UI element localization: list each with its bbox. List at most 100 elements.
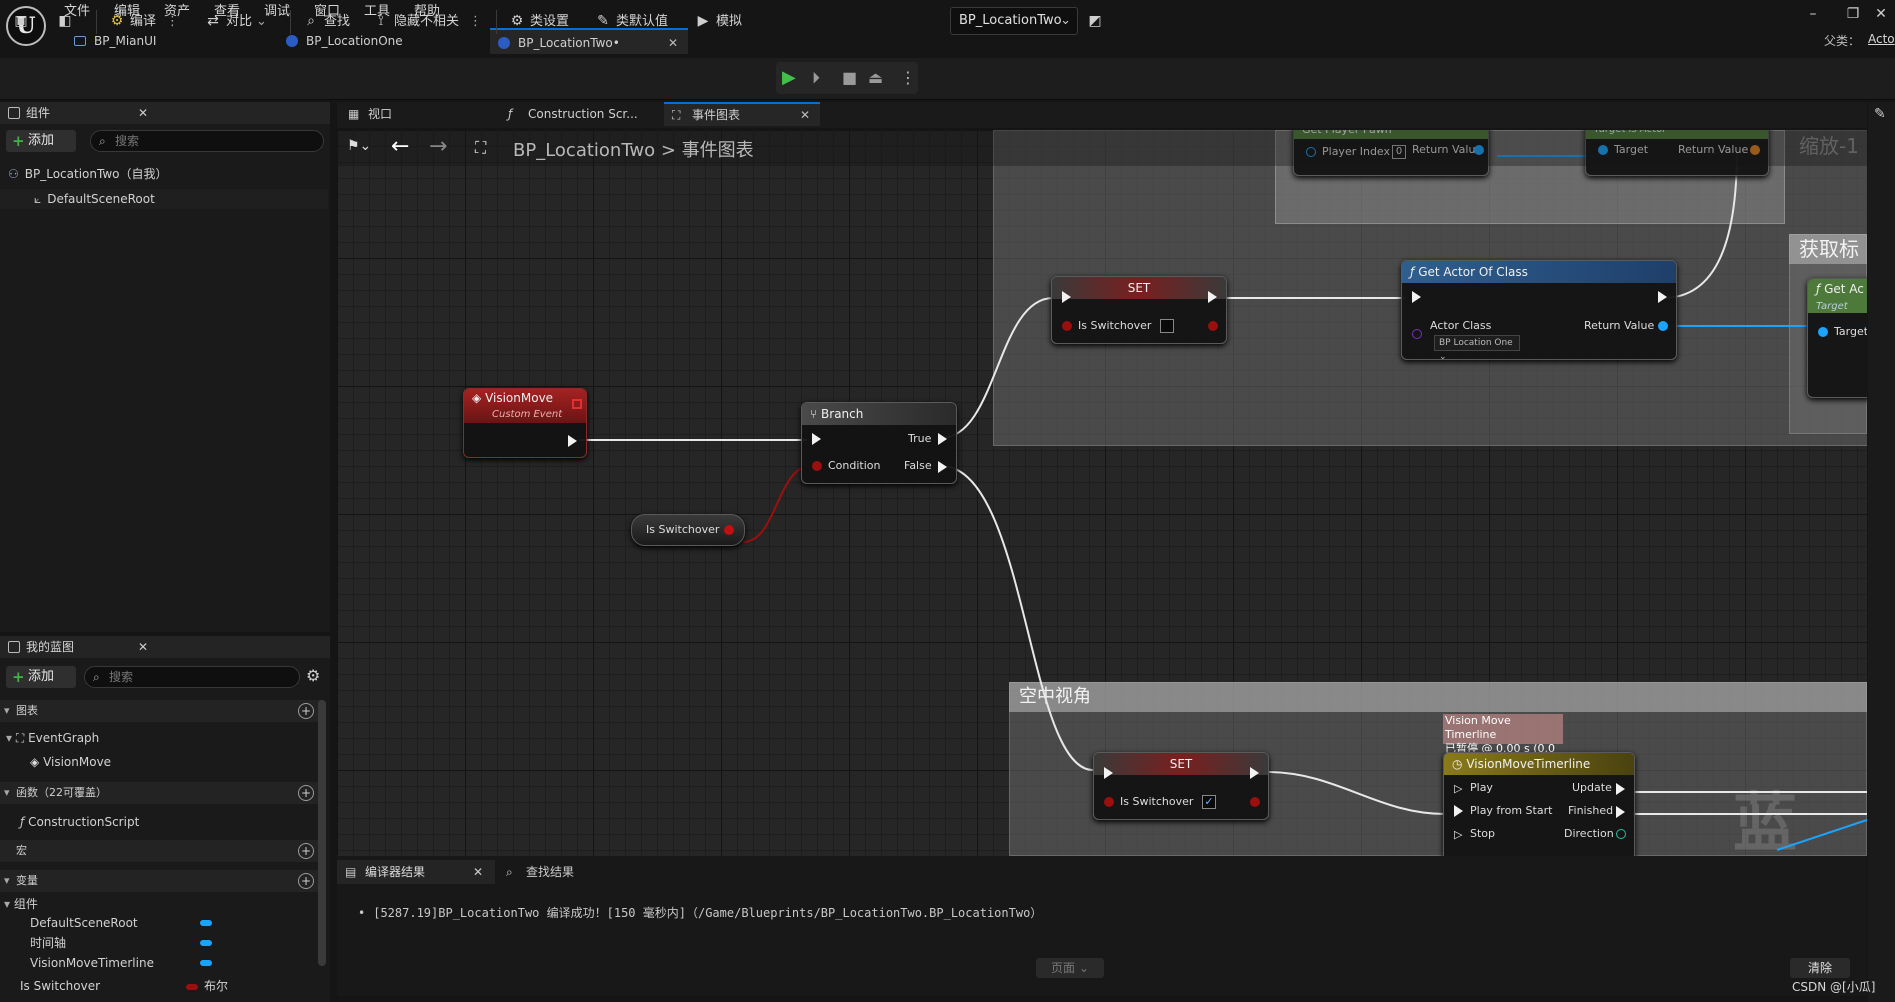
back-arrow-icon[interactable]: ← xyxy=(391,134,409,159)
add-graph-icon[interactable]: + xyxy=(298,703,314,719)
node-set-is-switchover-top[interactable]: SET Is Switchover xyxy=(1051,276,1227,344)
exec-in-pin[interactable] xyxy=(1454,805,1463,817)
event-graph-canvas[interactable]: 缩放-1 获取标 空中视角 蓝图 Get Player Pawn Player … xyxy=(337,130,1867,856)
checkbox-checked[interactable]: ✓ xyxy=(1202,795,1216,809)
exec-out-pin[interactable] xyxy=(568,435,577,447)
is-switchover-variable[interactable]: Is Switchover xyxy=(20,976,190,996)
exec-false-pin[interactable] xyxy=(938,461,947,473)
hide-unrelated-button[interactable]: ⟟ 隐藏不相关 ⋮ xyxy=(372,7,482,35)
menu-debug[interactable]: 调试 xyxy=(264,2,290,22)
my-blueprint-search-input[interactable]: ⌕ 搜索 xyxy=(84,666,300,688)
section-macros[interactable]: 宏 + xyxy=(0,840,322,862)
forward-arrow-icon[interactable]: → xyxy=(429,134,447,159)
debug-object-dropdown[interactable]: BP_LocationTwo ⌄ xyxy=(950,7,1078,35)
exec-out-pin[interactable] xyxy=(1208,291,1217,303)
exec-true-pin[interactable] xyxy=(938,433,947,445)
node-visionmove-event[interactable]: ◈ VisionMove Custom Event xyxy=(463,388,587,458)
construction-script-item[interactable]: ƒ ConstructionScript xyxy=(20,812,310,832)
tab-event-graph[interactable]: ⛶ 事件图表 ✕ xyxy=(664,102,820,126)
exec-out-pin[interactable] xyxy=(1250,767,1259,779)
node-set-is-switchover-bottom[interactable]: SET Is Switchover ✓ xyxy=(1093,752,1269,820)
pencil-icon[interactable]: ✎ xyxy=(1874,106,1886,122)
actor-class-dropdown[interactable]: BP Location One ⌄ xyxy=(1434,335,1520,362)
log-entry[interactable]: • [5287.19]BP_LocationTwo 编译成功！[150 毫秒内]（… xyxy=(358,904,1042,921)
section-functions[interactable]: ▾ 函数（22可覆盖） + xyxy=(0,782,322,804)
exec-out-pin[interactable] xyxy=(1616,783,1625,795)
exec-out-pin[interactable] xyxy=(1658,291,1667,303)
parent-class-link[interactable]: Acto xyxy=(1868,32,1895,46)
exec-in-pin[interactable] xyxy=(1062,291,1071,303)
exec-in-pin[interactable] xyxy=(1104,767,1113,779)
exec-in-pin[interactable] xyxy=(1412,291,1421,303)
components-search-input[interactable]: ⌕ 搜索 xyxy=(90,130,324,152)
tab-compiler-results[interactable]: ▤ 编译器结果 ✕ xyxy=(337,860,495,884)
exec-in-pin[interactable]: ▷ xyxy=(1454,782,1462,795)
stop-icon[interactable]: ■ xyxy=(842,67,864,89)
section-variables[interactable]: ▾ 变量 + xyxy=(0,870,322,892)
component-root-item[interactable]: ⚇ BP_LocationTwo（自我） xyxy=(8,164,328,184)
output-pin[interactable] xyxy=(1208,321,1218,331)
checkbox-unchecked[interactable] xyxy=(1160,319,1174,333)
add-function-icon[interactable]: + xyxy=(298,785,314,801)
output-pin[interactable] xyxy=(1250,797,1260,807)
page-button[interactable]: 页面 ⌄ xyxy=(1036,958,1104,978)
close-panel-icon[interactable]: ✕ xyxy=(138,102,148,124)
exec-in-pin[interactable]: ▷ xyxy=(1454,828,1462,841)
add-macro-icon[interactable]: + xyxy=(298,843,314,859)
node-get-actor-partial[interactable]: ƒ Get Ac Target Target xyxy=(1807,278,1867,398)
clear-button[interactable]: 清除 xyxy=(1790,958,1850,978)
more-options-icon[interactable]: ⋮ xyxy=(900,67,922,89)
diff-button[interactable]: ⇄ 对比 ⌄ xyxy=(204,7,267,35)
class-defaults-button[interactable]: ✎ 类默认值 xyxy=(594,7,668,35)
components-category[interactable]: ▾ 组件 xyxy=(4,894,304,914)
event-graph-item[interactable]: ▾ ⛶ EventGraph xyxy=(6,728,306,748)
input-pin[interactable] xyxy=(1818,327,1828,337)
step-icon[interactable]: ⏵ xyxy=(812,67,834,89)
browse-button[interactable]: ◧ xyxy=(56,7,78,35)
tab-construction-script[interactable]: ƒ Construction Scr... xyxy=(500,102,660,126)
save-button[interactable]: ▣ xyxy=(12,7,34,35)
close-panel-icon[interactable]: ✕ xyxy=(138,636,148,658)
close-window-icon[interactable]: ✕ xyxy=(1868,4,1894,24)
tab-find-results[interactable]: ⌕ 查找结果 xyxy=(500,860,620,884)
panel-scrollbar[interactable] xyxy=(318,700,326,966)
exec-in-pin[interactable] xyxy=(812,433,821,445)
output-pin[interactable] xyxy=(1616,829,1626,839)
node-branch[interactable]: ⑂ Branch True Condition False xyxy=(801,402,957,484)
more-options-icon[interactable]: ⋮ xyxy=(469,14,482,29)
debug-filter-button[interactable]: ◩ xyxy=(1086,7,1108,35)
variable-item[interactable]: 时间轴 xyxy=(30,933,220,953)
delegate-pin[interactable] xyxy=(572,399,582,409)
class-settings-button[interactable]: ⚙ 类设置 xyxy=(508,7,569,35)
eject-icon[interactable]: ⏏ xyxy=(868,67,890,89)
node-is-switchover-getter[interactable]: Is Switchover xyxy=(631,514,745,546)
breadcrumb-root[interactable]: BP_LocationTwo xyxy=(513,140,655,161)
restore-icon[interactable]: ❐ xyxy=(1840,4,1866,24)
play-icon[interactable]: ▶ xyxy=(782,67,804,89)
node-vision-move-timeline[interactable]: ◷ VisionMoveTimerline ▷ Play Play from S… xyxy=(1443,752,1635,856)
output-pin[interactable] xyxy=(724,525,734,535)
section-graphs[interactable]: ▾ 图表 + xyxy=(0,700,322,722)
add-component-button[interactable]: + 添加 xyxy=(6,130,76,152)
bookmark-icon[interactable]: ⚑⌄ xyxy=(347,138,371,154)
add-member-button[interactable]: + 添加 xyxy=(6,666,76,688)
more-options-icon[interactable]: ⋮ xyxy=(166,14,179,29)
compile-button[interactable]: ⚙ 编译 ⋮ xyxy=(108,7,179,35)
close-tab-icon[interactable]: ✕ xyxy=(800,104,810,126)
vision-move-event-item[interactable]: ◈ VisionMove xyxy=(30,752,310,772)
gear-icon[interactable]: ⚙ xyxy=(306,666,320,685)
add-variable-icon[interactable]: + xyxy=(298,873,314,889)
class-input-pin[interactable] xyxy=(1412,329,1422,339)
close-tab-icon[interactable]: ✕ xyxy=(668,30,678,56)
variable-item[interactable]: DefaultSceneRoot xyxy=(30,913,220,933)
simulate-button[interactable]: ▶ 模拟 xyxy=(694,7,742,35)
output-pin[interactable] xyxy=(1658,321,1668,331)
breadcrumb-current[interactable]: 事件图表 xyxy=(682,140,754,161)
input-pin[interactable] xyxy=(1062,321,1072,331)
node-get-actor-of-class[interactable]: ƒ Get Actor Of Class Actor Class BP Locat… xyxy=(1401,260,1677,362)
variable-item[interactable]: VisionMoveTimerline xyxy=(30,953,220,973)
exec-out-pin[interactable] xyxy=(1616,806,1625,818)
find-button[interactable]: ⌕ 查找 xyxy=(302,7,350,35)
condition-pin[interactable] xyxy=(812,461,822,471)
tab-viewport[interactable]: ▦ 视口 xyxy=(340,102,490,126)
